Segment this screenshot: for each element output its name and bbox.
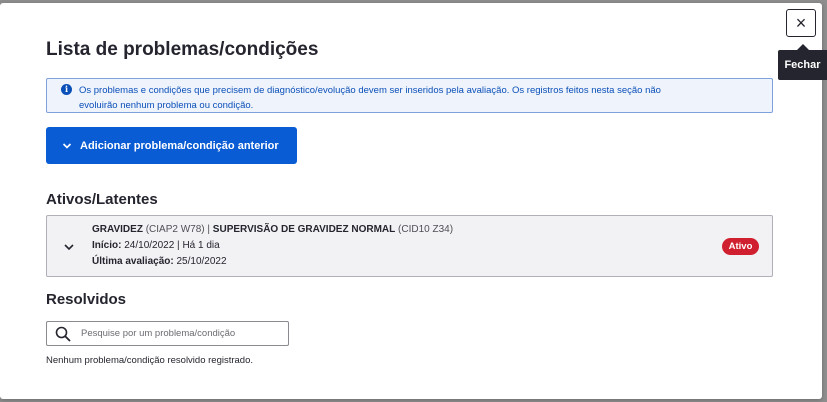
search-icon	[54, 325, 72, 343]
close-button[interactable]: ×	[786, 9, 816, 37]
empty-resolved-message: Nenhum problema/condição resolvido regis…	[46, 355, 254, 366]
resolved-search-field[interactable]	[46, 321, 289, 346]
problem-last-eval-value: 25/10/2022	[176, 256, 227, 267]
chevron-down-icon	[62, 141, 72, 151]
problem-name: GRAVIDEZ	[92, 224, 143, 235]
problem-code-secondary: (CID10 Z34)	[398, 224, 454, 235]
problem-title-line: GRAVIDEZ (CIAP2 W78) | SUPERVISÃO DE GRA…	[92, 224, 453, 235]
problem-name-secondary: SUPERVISÃO DE GRAVIDEZ NORMAL	[212, 224, 396, 235]
resolved-search-input[interactable]	[81, 328, 281, 339]
close-icon: ×	[795, 13, 807, 33]
alert-text-line1: Os problemas e condições que precisem de…	[79, 85, 661, 96]
info-alert: i Os problemas e condições que precisem …	[46, 78, 773, 113]
problem-code: (CIAP2 W78)	[145, 224, 205, 235]
problem-start-value: 24/10/2022 | Há 1 dia	[124, 240, 220, 251]
problem-separator: |	[207, 224, 211, 235]
problem-last-eval-label: Última avaliação:	[92, 256, 174, 267]
status-badge: Ativo	[722, 238, 759, 255]
alert-text-line2: evoluirão nenhum problema ou condição.	[79, 100, 254, 111]
close-tooltip: Fechar	[778, 44, 827, 80]
chevron-down-icon[interactable]	[63, 240, 75, 252]
modal-title: Lista de problemas/condições	[46, 39, 319, 60]
add-previous-problem-button[interactable]: Adicionar problema/condição anterior	[46, 127, 297, 164]
problem-card[interactable]: GRAVIDEZ (CIAP2 W78) | SUPERVISÃO DE GRA…	[46, 215, 773, 277]
problem-start-line: Início: 24/10/2022 | Há 1 dia	[92, 240, 220, 251]
problem-last-eval-line: Última avaliação: 25/10/2022	[92, 256, 227, 267]
problems-modal: Lista de problemas/condições i Os proble…	[0, 3, 822, 399]
resolved-section-title: Resolvidos	[46, 291, 127, 308]
add-previous-problem-label: Adicionar problema/condição anterior	[80, 139, 279, 152]
problem-start-label: Início:	[92, 240, 122, 251]
info-icon: i	[61, 84, 72, 95]
active-section-title: Ativos/Latentes	[46, 191, 158, 208]
